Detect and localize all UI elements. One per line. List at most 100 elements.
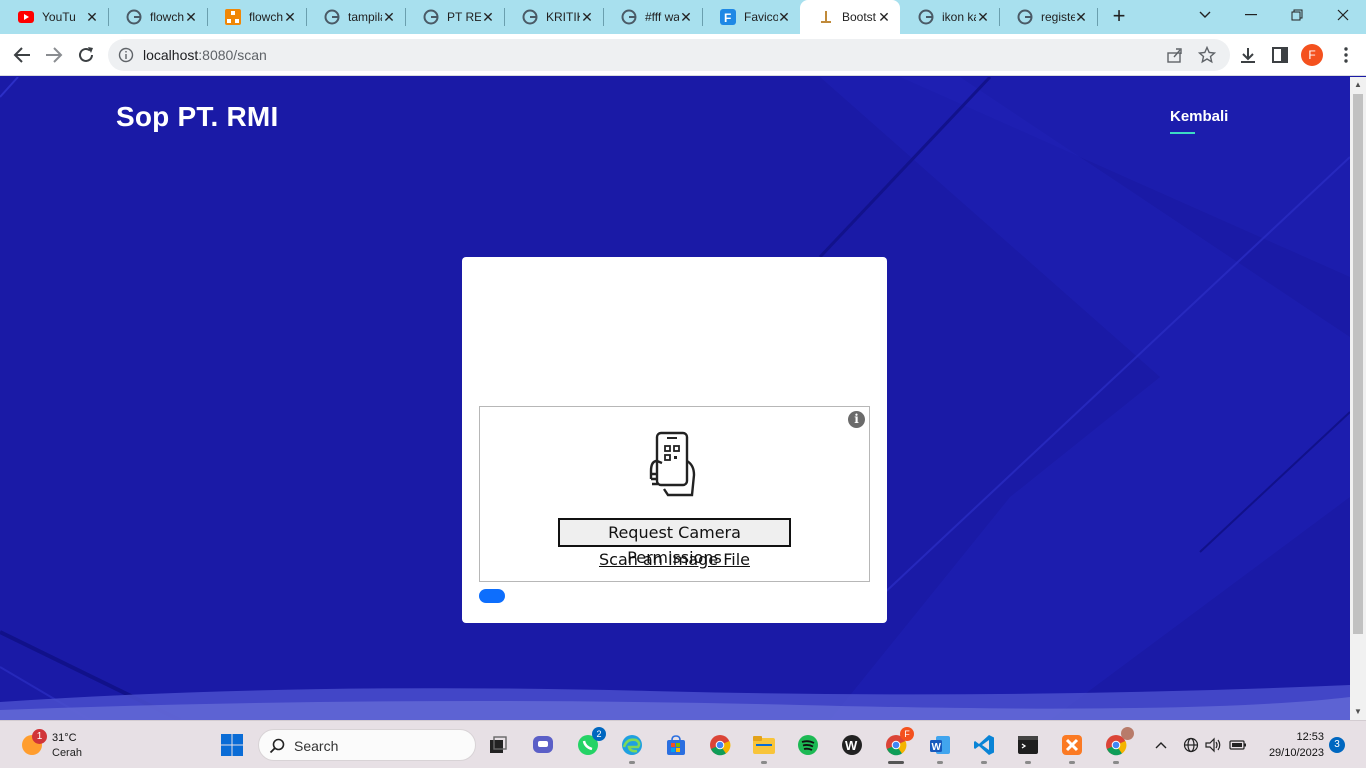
tab-youtube[interactable]: YouTube ✕ xyxy=(0,0,109,34)
close-icon[interactable]: ✕ xyxy=(480,9,496,25)
back-arrow-icon[interactable] xyxy=(10,43,34,67)
share-icon[interactable] xyxy=(1166,46,1184,69)
drawio-icon xyxy=(225,9,241,25)
close-icon[interactable]: ✕ xyxy=(975,9,991,25)
system-clock[interactable]: 12:53 29/10/2023 xyxy=(1258,729,1324,761)
close-icon[interactable]: ✕ xyxy=(282,9,298,25)
chrome-alt-icon[interactable] xyxy=(1103,727,1134,764)
restore-icon[interactable] xyxy=(1274,0,1320,30)
svg-text:W: W xyxy=(932,742,942,753)
address-bar[interactable]: localhost:8080/scan xyxy=(108,39,1230,71)
tab-register[interactable]: register ✕ xyxy=(999,0,1098,34)
tab-fff-warna[interactable]: #fff warna ✕ xyxy=(603,0,703,34)
teams-chat-icon[interactable] xyxy=(530,732,556,758)
task-view-icon[interactable] xyxy=(485,732,511,758)
wamp-server-icon[interactable]: W xyxy=(839,732,865,758)
svg-text:F: F xyxy=(724,11,731,25)
show-hidden-icons-chevron-icon[interactable] xyxy=(1150,732,1172,758)
url-text[interactable]: localhost:8080/scan xyxy=(143,47,267,63)
url-path: :8080/scan xyxy=(198,47,267,63)
language-globe-icon[interactable] xyxy=(1180,732,1202,758)
close-icon[interactable]: ✕ xyxy=(776,9,792,25)
close-icon[interactable]: ✕ xyxy=(579,9,595,25)
scroll-down-arrow-icon[interactable]: ▼ xyxy=(1354,707,1362,716)
close-icon[interactable]: ✕ xyxy=(678,9,694,25)
request-camera-permissions-button[interactable]: Request Camera Permissions xyxy=(558,518,791,567)
close-window-icon[interactable] xyxy=(1320,0,1366,30)
tab-flowchart-1[interactable]: flowchart ✕ xyxy=(108,0,208,34)
scanner-card: i Request Camera Permissions Scan an Ima… xyxy=(462,257,887,623)
search-placeholder: Search xyxy=(294,738,339,754)
tab-ikon-kamera[interactable]: ikon kamera ✕ xyxy=(900,0,1000,34)
new-tab-button[interactable]: + xyxy=(1106,4,1132,30)
volume-icon[interactable] xyxy=(1203,732,1225,758)
tab-title: flowchart xyxy=(249,10,283,24)
url-host: localhost xyxy=(143,47,199,63)
close-icon[interactable]: ✕ xyxy=(84,9,100,25)
tab-kritik[interactable]: KRITIK ✕ xyxy=(504,0,604,34)
blue-pill-button[interactable] xyxy=(479,589,505,603)
close-icon[interactable]: ✕ xyxy=(381,9,397,25)
google-icon xyxy=(126,9,142,25)
tab-flowchart-2[interactable]: flowchart ✕ xyxy=(207,0,307,34)
tab-search-chevron-icon[interactable] xyxy=(1182,0,1228,30)
weather-condition: Cerah xyxy=(52,747,82,759)
page-scrollbar[interactable]: ▲ ▼ xyxy=(1350,77,1366,720)
scan-image-file-link[interactable]: Scan an Image File xyxy=(480,550,869,569)
word-icon[interactable]: W xyxy=(927,732,953,764)
tab-pt-rekayasa[interactable]: PT REKAYASA ✕ xyxy=(405,0,505,34)
google-icon xyxy=(324,9,340,25)
profile-avatar[interactable]: F xyxy=(1301,44,1323,66)
bookmark-star-icon[interactable] xyxy=(1197,45,1217,69)
clock-date: 29/10/2023 xyxy=(1268,747,1324,759)
side-panel-icon[interactable] xyxy=(1268,43,1292,67)
tab-tampilan[interactable]: tampilan ✕ xyxy=(306,0,406,34)
spotify-icon[interactable] xyxy=(795,732,821,758)
scrollbar-thumb[interactable] xyxy=(1353,94,1363,634)
edge-icon[interactable] xyxy=(619,732,645,764)
scroll-up-arrow-icon[interactable]: ▲ xyxy=(1354,80,1362,89)
microsoft-store-icon[interactable] xyxy=(663,732,689,758)
xampp-icon[interactable] xyxy=(1059,732,1085,764)
qr-reader-panel: i Request Camera Permissions Scan an Ima… xyxy=(479,406,870,582)
file-explorer-icon[interactable] xyxy=(751,732,777,764)
tab-favicon[interactable]: F Favicon ✕ xyxy=(702,0,800,34)
close-icon[interactable]: ✕ xyxy=(1073,9,1089,25)
vscode-icon[interactable] xyxy=(971,732,997,764)
tab-title: Favicon xyxy=(744,10,778,24)
battery-icon[interactable] xyxy=(1227,732,1249,758)
tab-title: YouTube xyxy=(42,10,76,24)
forward-arrow-icon[interactable] xyxy=(42,43,66,67)
download-icon[interactable] xyxy=(1236,43,1260,67)
tab-title: KRITIK xyxy=(546,10,580,24)
close-icon[interactable]: ✕ xyxy=(876,9,892,25)
chrome-profile-icon[interactable]: F xyxy=(883,727,914,764)
favicon-io-icon: F xyxy=(720,9,736,25)
nav-link-kembali[interactable]: Kembali xyxy=(1170,108,1228,125)
google-icon xyxy=(621,9,637,25)
taskbar-search[interactable]: Search xyxy=(258,729,476,761)
weather-widget[interactable]: 1 31°C Cerah xyxy=(18,729,108,763)
profile-photo-badge xyxy=(1121,727,1134,740)
search-icon xyxy=(269,738,285,759)
terminal-icon[interactable] xyxy=(1015,732,1041,764)
notification-count-badge[interactable]: 3 xyxy=(1329,737,1345,753)
tab-title: #fff warna xyxy=(645,10,679,24)
windows-start-icon[interactable] xyxy=(219,732,245,758)
phone-qr-scan-icon xyxy=(648,431,698,502)
info-icon[interactable]: i xyxy=(848,411,865,428)
chrome-icon[interactable] xyxy=(707,732,733,758)
reload-icon[interactable] xyxy=(74,43,98,67)
brand-title[interactable]: Sop PT. RMI xyxy=(116,101,278,133)
menu-kebab-icon[interactable] xyxy=(1334,43,1358,67)
google-icon xyxy=(918,9,934,25)
svg-text:W: W xyxy=(845,738,858,753)
whatsapp-icon[interactable]: 2 xyxy=(575,727,606,758)
nav-active-underline xyxy=(1170,132,1195,134)
site-info-icon[interactable] xyxy=(118,47,134,68)
minimize-icon[interactable] xyxy=(1228,0,1274,30)
page-viewport: Sop PT. RMI Kembali i Request Camera Per… xyxy=(0,77,1350,720)
google-icon xyxy=(423,9,439,25)
tab-bootstrap[interactable]: Bootstrap ✕ xyxy=(800,0,900,34)
close-icon[interactable]: ✕ xyxy=(183,9,199,25)
